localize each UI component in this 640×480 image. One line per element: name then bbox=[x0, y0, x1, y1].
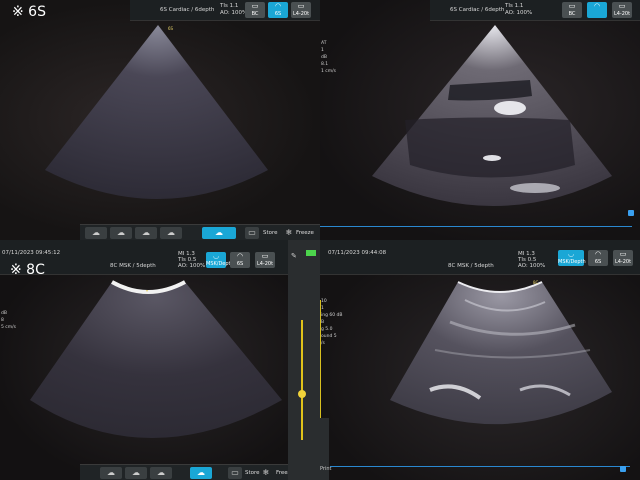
probe-orientation-marker: 6S bbox=[168, 26, 174, 31]
cloud-icon: ☁ bbox=[142, 228, 150, 237]
timeline-slider-track[interactable] bbox=[320, 226, 632, 227]
cloud-icon: ☁ bbox=[107, 468, 115, 477]
timeline-slider-track[interactable] bbox=[330, 466, 630, 467]
cloud-icon: ☁ bbox=[167, 228, 175, 237]
cloud-icon: ☁ bbox=[215, 228, 223, 237]
cloud-icon: ☁ bbox=[132, 468, 140, 477]
tgc-slider-track[interactable] bbox=[301, 320, 303, 440]
timeline-slider-knob[interactable] bbox=[628, 210, 634, 216]
sector-fan bbox=[390, 282, 612, 425]
sector-fan bbox=[45, 25, 268, 199]
store-label: Store bbox=[263, 230, 278, 236]
bottom-toolbar: ☁ ☁ ☁ ☁ ☁ ▭ Store ❄ Freeze bbox=[80, 224, 320, 240]
tgc-slider-knob[interactable] bbox=[298, 390, 306, 398]
tool-button-2[interactable]: ☁ bbox=[110, 227, 132, 239]
ultrasound-sector-image bbox=[372, 25, 612, 206]
store-button[interactable]: ▭ bbox=[245, 227, 259, 239]
snowflake-icon: ❄ bbox=[285, 228, 293, 237]
timeline-slider-knob[interactable] bbox=[620, 466, 626, 472]
probe-orientation-marker: ▾ bbox=[146, 288, 149, 293]
cloud-icon: ☁ bbox=[117, 228, 125, 237]
bottom-toolbar: ☁ ☁ ☁ ☁ ▭ Store ❄ Freeze bbox=[80, 464, 300, 480]
right-side-panel: ✎ bbox=[288, 240, 320, 480]
battery-icon bbox=[306, 250, 316, 256]
cloud-icon: ☁ bbox=[157, 468, 165, 477]
left-side-strip: Print bbox=[320, 418, 332, 480]
cloud-icon: ☁ bbox=[197, 468, 205, 477]
store-label: Store bbox=[245, 470, 260, 476]
ultrasound-panel-8c-msk: 07/11/2023 09:44:08 8C MSK / 5depth MI 1… bbox=[320, 240, 640, 480]
sector-fan bbox=[372, 25, 612, 206]
sector-fan bbox=[30, 282, 282, 438]
ultrasound-panel-6s-blank: 6S Cardiac / 6depth TIs 1.1 AO: 100% ▭ BC… bbox=[0, 0, 320, 240]
freeze-button[interactable]: ❄ bbox=[283, 227, 295, 239]
tool-button-2[interactable]: ☁ bbox=[125, 467, 147, 479]
store-button[interactable]: ▭ bbox=[228, 467, 242, 479]
settings-icon[interactable]: ✎ bbox=[291, 252, 297, 260]
cloud-icon: ☁ bbox=[92, 228, 100, 237]
tool-button-4[interactable]: ☁ bbox=[160, 227, 182, 239]
camera-icon: ▭ bbox=[248, 228, 256, 237]
ultrasound-panel-8c-blank: 07/11/2023 09:45:12 8C MSK / 5depth MI 1… bbox=[0, 240, 320, 480]
tool-button-1[interactable]: ☁ bbox=[100, 467, 122, 479]
camera-icon: ▭ bbox=[231, 468, 239, 477]
tool-button-1[interactable]: ☁ bbox=[85, 227, 107, 239]
ultrasound-sector-image bbox=[30, 280, 282, 438]
tool-button-active[interactable]: ☁ bbox=[190, 467, 212, 479]
tool-button-3[interactable]: ☁ bbox=[135, 227, 157, 239]
snowflake-icon: ❄ bbox=[262, 468, 270, 477]
tool-button-3[interactable]: ☁ bbox=[150, 467, 172, 479]
ultrasound-sector-image bbox=[390, 281, 612, 425]
freeze-label: Freeze bbox=[296, 230, 314, 236]
ultrasound-panel-6s-cardiac: 6S Cardiac / 6depth TIs 1.1 AO: 100% ▭ BC… bbox=[320, 0, 640, 240]
freeze-button[interactable]: ❄ bbox=[260, 467, 272, 479]
ultrasound-sector-image bbox=[45, 25, 268, 199]
probe-orientation-marker: 8C bbox=[533, 280, 539, 285]
tool-button-active[interactable]: ☁ bbox=[202, 227, 236, 239]
